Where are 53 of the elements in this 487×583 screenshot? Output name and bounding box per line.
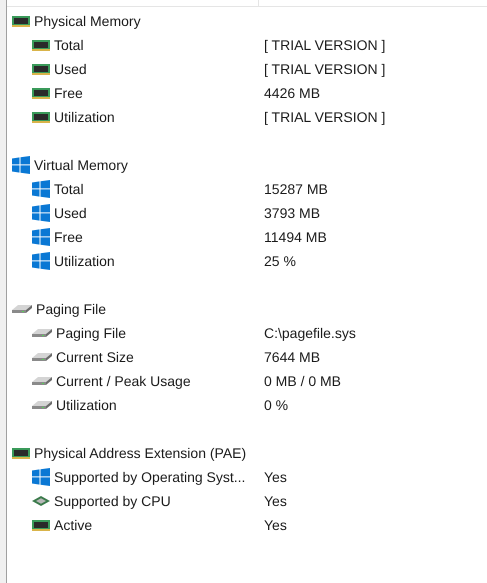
field-value: 0 % [264,396,288,414]
memory-module-icon [32,88,50,98]
field-value: C:\pagefile.sys [264,324,356,343]
windows-icon [32,180,50,198]
windows-icon [32,252,50,270]
field-label: Utilization [54,252,115,270]
field-value: [ TRIAL VERSION ] [264,36,386,55]
field-label: Total [54,180,84,198]
windows-icon [32,204,50,222]
group-label[interactable]: Physical Memory [34,10,141,32]
field-value: 3793 MB [264,204,320,222]
memory-module-icon [12,16,30,26]
drive-icon [32,376,52,386]
field-value: 4426 MB [264,84,320,102]
drive-icon [32,400,52,410]
memory-module-icon [32,112,50,122]
memory-module-icon [32,40,50,50]
field-label: Free [54,84,83,102]
memory-module-icon [32,64,50,74]
drive-icon [12,304,32,314]
drive-icon [32,352,52,362]
chip-icon [32,496,50,506]
field-value: 7644 MB [264,348,320,366]
windows-icon [32,468,50,486]
group-label[interactable]: Virtual Memory [34,154,128,176]
field-label: Utilization [54,108,115,126]
field-label: Used [54,60,87,78]
field-value: Yes [264,468,287,486]
field-label: Total [54,36,84,54]
field-value: Yes [264,516,287,534]
field-value: 25 % [264,252,296,270]
field-label: Active [54,516,92,534]
field-value: 11494 MB [264,228,327,246]
field-label: Supported by Operating Syst... [54,468,246,487]
field-value: Yes [264,492,287,510]
field-label: Current Size [56,348,134,366]
field-value: [ TRIAL VERSION ] [264,60,386,79]
field-value: [ TRIAL VERSION ] [264,108,386,127]
group-label[interactable]: Paging File [36,298,106,320]
windows-icon [32,228,50,246]
field-label: Supported by CPU [54,492,171,511]
field-label: Current / Peak Usage [56,372,191,391]
windows-icon [12,156,30,174]
field-value: 15287 MB [264,180,328,198]
drive-icon [32,328,52,338]
field-label: Utilization [56,396,117,414]
field-label: Free [54,228,83,246]
memory-module-icon [32,520,50,530]
field-label: Used [54,204,87,222]
memory-module-icon [12,448,30,458]
field-label: Paging File [56,324,126,343]
group-label[interactable]: Physical Address Extension (PAE) [34,442,246,464]
field-value: 0 MB / 0 MB [264,372,342,390]
